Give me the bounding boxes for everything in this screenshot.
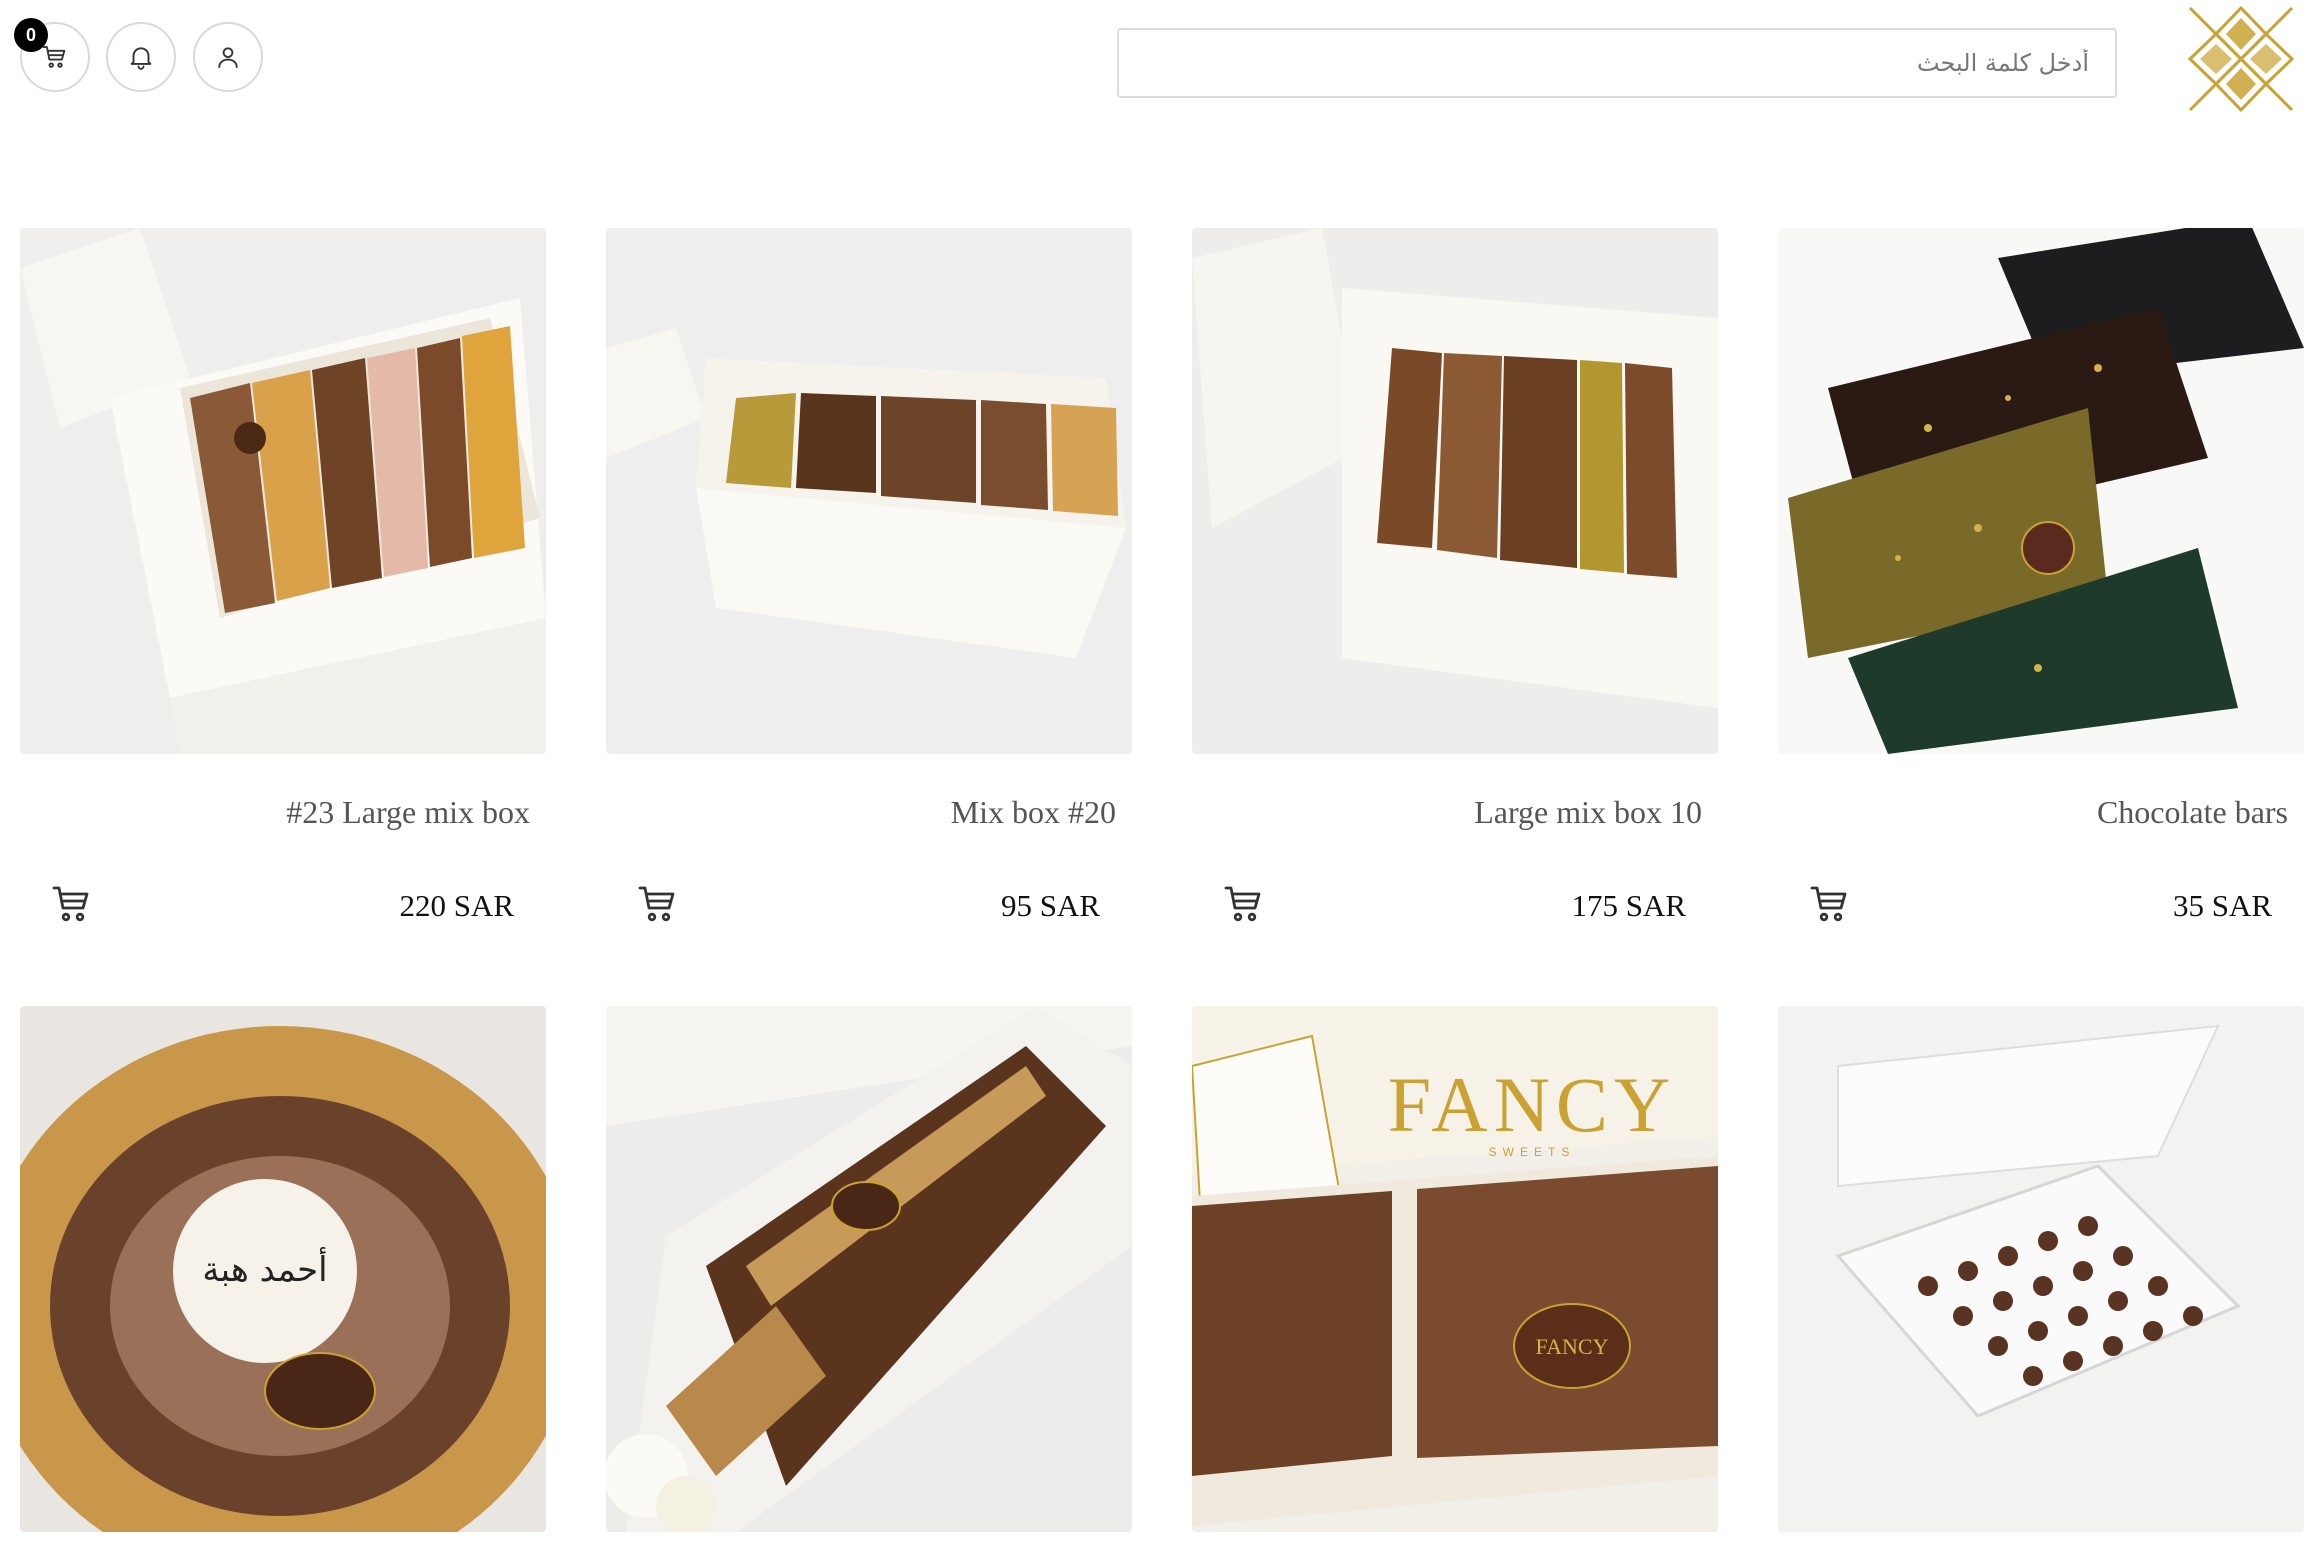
product-image[interactable] <box>1778 228 2304 754</box>
search-input[interactable] <box>1119 30 2115 96</box>
add-to-cart-button[interactable] <box>634 880 684 930</box>
add-to-cart-button[interactable] <box>1220 880 1270 930</box>
product-price: 175 SAR <box>1571 888 1686 923</box>
product-name[interactable]: Mix box #20 <box>951 794 1116 831</box>
product-name[interactable]: Chocolate bars <box>2097 794 2288 831</box>
arabic-disc-text: أحمد هبة <box>202 1247 327 1290</box>
search-box[interactable] <box>1117 28 2117 98</box>
fancy-logo-text: FANCY <box>1388 1061 1677 1148</box>
bell-icon <box>130 47 152 70</box>
add-to-cart-button[interactable] <box>1806 880 1856 930</box>
product-image[interactable] <box>606 1006 1132 1532</box>
product-name[interactable]: #23 Large mix box <box>286 794 530 831</box>
cart-icon <box>42 46 66 68</box>
store-logo[interactable] <box>2186 4 2296 114</box>
product-price: 220 SAR <box>399 888 514 923</box>
account-button[interactable] <box>193 22 263 92</box>
product-image[interactable]: FANCY SWEETS FANCY <box>1192 1006 1718 1532</box>
product-image[interactable] <box>606 228 1132 754</box>
user-icon <box>218 47 238 68</box>
fancy-plaque-text: FANCY <box>1536 1334 1609 1359</box>
cart-icon <box>1810 886 1847 922</box>
product-image[interactable] <box>1778 1006 2304 1532</box>
top-header: 0 <box>0 0 2316 120</box>
cart-icon <box>52 886 89 922</box>
fancy-logo-sub: SWEETS <box>1489 1145 1576 1159</box>
cart-icon <box>1224 886 1261 922</box>
product-image[interactable] <box>20 228 546 754</box>
product-price: 95 SAR <box>1000 888 1100 923</box>
notifications-button[interactable] <box>106 22 176 92</box>
product-image[interactable] <box>1192 228 1718 754</box>
cart-icon <box>638 886 675 922</box>
add-to-cart-button[interactable] <box>48 880 98 930</box>
product-image[interactable]: أحمد هبة <box>20 1006 546 1532</box>
product-price: 35 SAR <box>2172 888 2272 923</box>
logo-icon <box>2187 5 2295 113</box>
product-name[interactable]: Large mix box 10 <box>1474 794 1702 831</box>
cart-count-badge: 0 <box>14 18 48 52</box>
